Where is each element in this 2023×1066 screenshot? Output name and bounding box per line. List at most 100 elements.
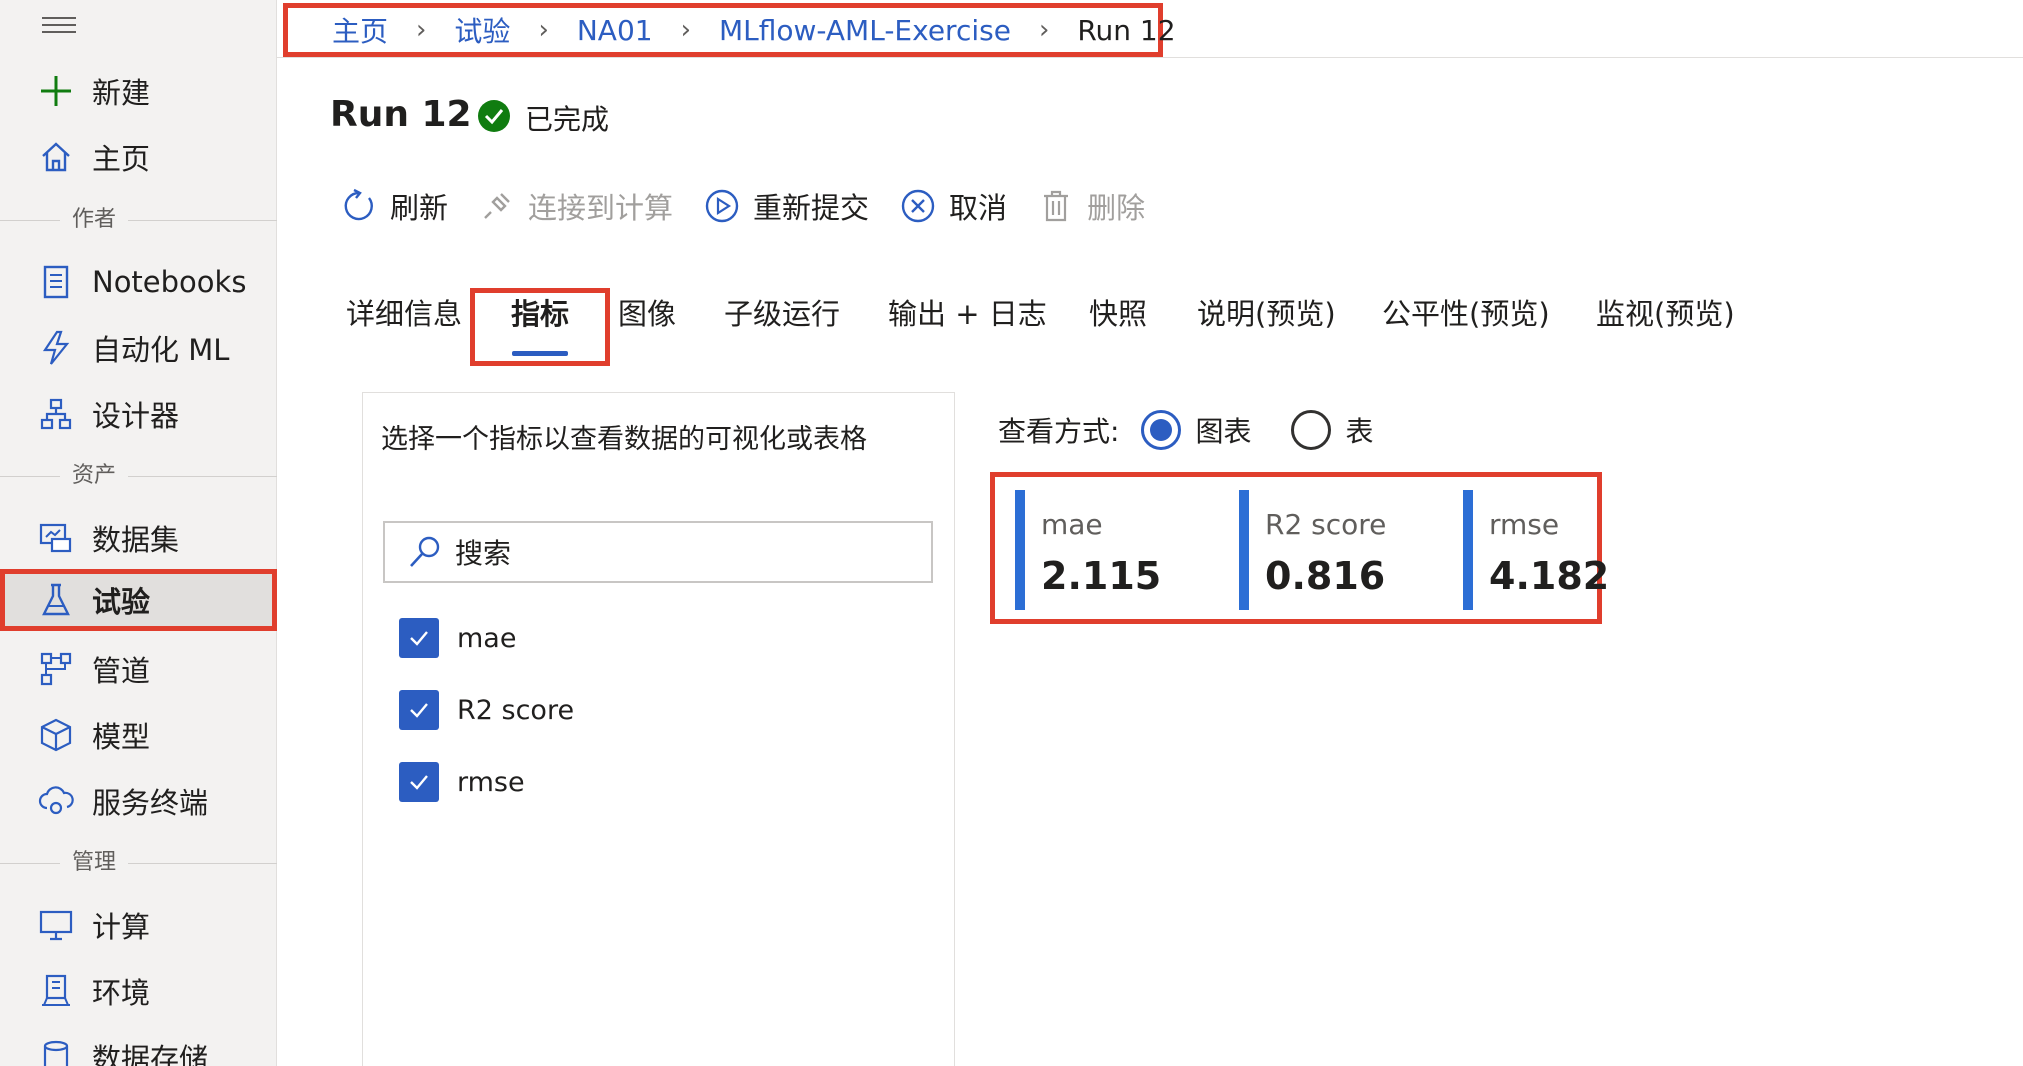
card-accent-bar (1239, 490, 1249, 610)
radio-table[interactable] (1291, 410, 1332, 450)
pipeline-icon (36, 649, 76, 689)
check-circle-icon (477, 99, 511, 137)
cancel-button[interactable]: 取消 (899, 185, 1007, 227)
plug-icon (478, 187, 516, 225)
metric-name: mae (1041, 508, 1103, 541)
radio-table-label[interactable]: 表 (1345, 410, 1373, 450)
sidebar-item-datastores[interactable]: 数据存储 (0, 1026, 277, 1066)
resubmit-button[interactable]: 重新提交 (703, 185, 869, 227)
card-accent-bar (1015, 490, 1025, 610)
sidebar-item-datasets[interactable]: 数据集 (0, 507, 277, 569)
refresh-icon (340, 187, 378, 225)
radio-chart-label[interactable]: 图表 (1195, 410, 1251, 450)
sidebar-item-label: 环境 (92, 976, 151, 1010)
metric-name: rmse (1489, 508, 1560, 541)
tab-outputs-logs[interactable]: 输出 + 日志 (888, 290, 1047, 338)
metric-value: 2.115 (1041, 554, 1162, 598)
sidebar-item-label: 试验 (92, 585, 151, 619)
chevron-right-icon: › (1038, 15, 1050, 45)
view-as-selector: 查看方式: 图表 表 (998, 410, 1413, 450)
view-as-label: 查看方式: (998, 415, 1120, 448)
status-badge: 已完成 (477, 98, 609, 138)
sidebar-item-notebooks[interactable]: Notebooks (0, 251, 277, 313)
checkbox-checked-icon[interactable] (399, 690, 439, 730)
sidebar-item-experiments[interactable]: 试验 (0, 569, 277, 631)
sidebar-item-home[interactable]: 主页 (0, 126, 277, 188)
cloud-endpoint-icon (36, 781, 76, 821)
page-title: Run 12 (330, 94, 472, 135)
breadcrumb-experiments[interactable]: 试验 (454, 10, 510, 50)
sidebar-item-new[interactable]: 新建 (0, 60, 277, 122)
tab-snapshot[interactable]: 快照 (1089, 290, 1147, 338)
cube-icon (36, 715, 76, 755)
search-input[interactable]: 搜索 (383, 521, 933, 583)
breadcrumb-home[interactable]: 主页 (332, 10, 388, 50)
breadcrumb: 主页 › 试验 › NA01 › MLflow-AML-Exercise › R… (283, 3, 1176, 57)
sidebar: 新建 主页 作者 Notebooks 自动化 ML 设计器 资产 数据集 试验 … (0, 0, 277, 1066)
sidebar-item-label: 管道 (92, 654, 151, 688)
flask-icon (36, 580, 76, 620)
refresh-label: 刷新 (390, 191, 449, 225)
database-icon (36, 1037, 76, 1066)
cancel-circle-icon (899, 187, 937, 225)
metric-card-r2-score: R2 score 0.816 (1239, 490, 1449, 610)
radio-chart[interactable] (1141, 410, 1182, 450)
home-icon (36, 137, 76, 177)
breadcrumb-current: Run 12 (1077, 13, 1176, 47)
metric-checkbox-rmse[interactable]: rmse (399, 762, 525, 802)
checkbox-checked-icon[interactable] (399, 618, 439, 658)
dataset-icon (36, 518, 76, 558)
sidebar-item-label: 数据存储 (92, 1042, 209, 1066)
sidebar-item-label: Notebooks (92, 265, 247, 299)
metric-checkbox-mae[interactable]: mae (399, 618, 516, 658)
tab-active-indicator (512, 351, 568, 356)
lightning-icon (36, 328, 76, 368)
breadcrumb-experiment[interactable]: MLflow-AML-Exercise (719, 14, 1011, 47)
sidebar-item-label: 新建 (92, 76, 151, 110)
sidebar-item-label: 模型 (92, 720, 151, 754)
environment-icon (36, 971, 76, 1011)
tab-details[interactable]: 详细信息 (346, 290, 462, 338)
refresh-button[interactable]: 刷新 (340, 185, 448, 227)
tab-images[interactable]: 图像 (618, 290, 676, 338)
plus-icon (36, 71, 76, 111)
sidebar-item-label: 数据集 (92, 523, 180, 557)
sidebar-item-automl[interactable]: 自动化 ML (0, 317, 277, 379)
metric-checkbox-r2-score[interactable]: R2 score (399, 690, 574, 730)
section-author: 作者 (0, 205, 277, 235)
tab-child-runs[interactable]: 子级运行 (724, 290, 840, 338)
metric-cards: mae 2.115 R2 score 0.816 rmse 4.182 (990, 472, 1609, 624)
breadcrumb-workspace[interactable]: NA01 (577, 14, 653, 47)
section-manage: 管理 (0, 848, 277, 878)
metric-value: 0.816 (1265, 554, 1386, 598)
sidebar-item-models[interactable]: 模型 (0, 704, 277, 766)
panel-hint: 选择一个指标以查看数据的可视化或表格 (381, 424, 867, 455)
sidebar-item-label: 设计器 (92, 399, 180, 433)
delete-button[interactable]: 删除 (1037, 185, 1145, 227)
tab-explanations[interactable]: 说明(预览) (1197, 290, 1336, 338)
menu-icon[interactable] (42, 12, 76, 42)
status-label: 已完成 (525, 103, 610, 136)
metric-card-mae: mae 2.115 (1015, 490, 1225, 610)
metric-card-rmse: rmse 4.182 (1463, 490, 1673, 610)
delete-label: 删除 (1087, 191, 1146, 225)
tab-fairness[interactable]: 公平性(预览) (1382, 290, 1550, 338)
sidebar-item-environments[interactable]: 环境 (0, 960, 277, 1022)
checkbox-checked-icon[interactable] (399, 762, 439, 802)
tab-monitoring[interactable]: 监视(预览) (1596, 290, 1735, 338)
metric-label: mae (457, 622, 517, 654)
header-divider (277, 57, 2023, 58)
connect-compute-button[interactable]: 连接到计算 (478, 185, 673, 227)
sidebar-item-endpoints[interactable]: 服务终端 (0, 770, 277, 832)
toolbar: 刷新 连接到计算 重新提交 取消 删除 (340, 183, 1175, 229)
sidebar-item-designer[interactable]: 设计器 (0, 383, 277, 445)
play-circle-icon (703, 187, 741, 225)
sidebar-item-compute[interactable]: 计算 (0, 894, 277, 956)
sidebar-item-pipelines[interactable]: 管道 (0, 638, 277, 700)
metric-name: R2 score (1265, 508, 1387, 541)
monitor-icon (36, 905, 76, 945)
search-placeholder: 搜索 (455, 537, 512, 570)
resubmit-label: 重新提交 (753, 191, 870, 225)
sidebar-item-label: 服务终端 (92, 786, 209, 820)
section-assets: 资产 (0, 461, 277, 491)
